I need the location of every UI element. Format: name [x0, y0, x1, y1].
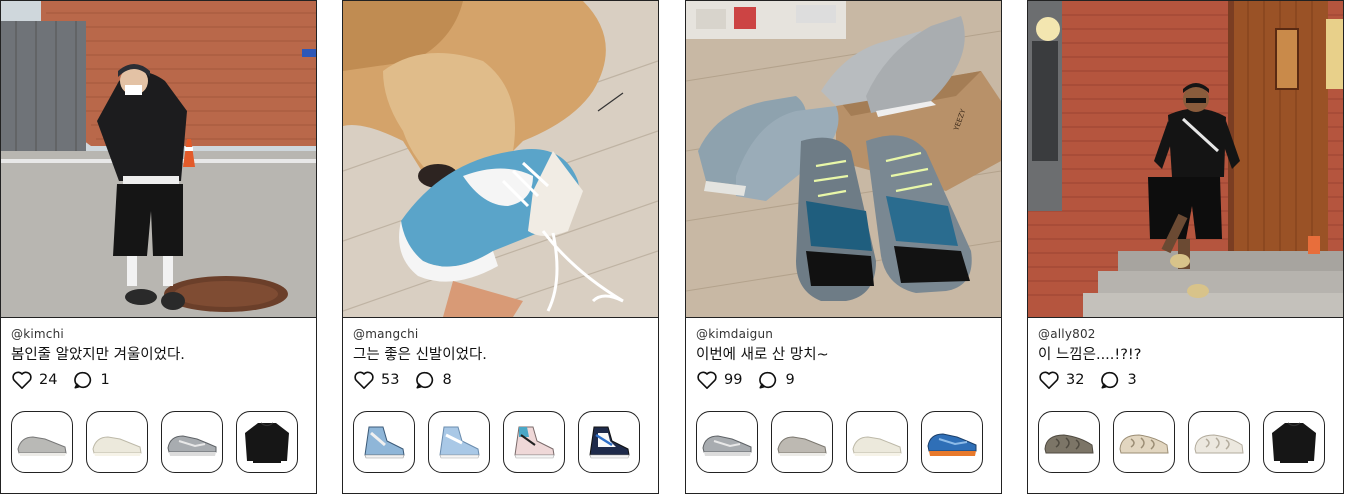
comment-count: 1 [100, 372, 110, 388]
black-sweatshirt-icon [245, 422, 289, 463]
post-photo[interactable]: YEEZY [686, 1, 1001, 318]
product-thumbnail[interactable] [846, 411, 908, 473]
sneaker-collection-photo: YEEZY [686, 1, 1001, 317]
grey-runner-icon [702, 435, 752, 456]
product-row [696, 411, 983, 473]
product-thumbnail[interactable] [696, 411, 758, 473]
post-caption: 그는 좋은 신발이었다. [353, 347, 487, 363]
like-count: 32 [1066, 372, 1085, 388]
beige-foam-runner-icon [1119, 434, 1169, 454]
person-street-outfit-photo [1, 1, 316, 317]
comment-count: 9 [785, 372, 795, 388]
post-card[interactable]: @ally802 이 느낌은....!?!? 32 3 [1027, 0, 1344, 494]
cream-sneaker-icon [92, 436, 142, 456]
post-photo[interactable] [1028, 1, 1343, 318]
grey-sneaker-icon [777, 436, 827, 456]
comment-icon[interactable] [72, 370, 94, 390]
white-foam-runner-icon [1194, 434, 1244, 454]
product-thumbnail[interactable] [771, 411, 833, 473]
product-thumbnail[interactable] [1263, 411, 1325, 473]
like-count: 99 [724, 372, 743, 388]
comment-count: 3 [1127, 372, 1137, 388]
light-blue-high-top-icon [439, 426, 480, 459]
cream-sneaker-icon [852, 436, 902, 456]
heart-icon[interactable] [11, 370, 33, 390]
product-thumbnail[interactable] [578, 411, 640, 473]
like-count: 24 [39, 372, 58, 388]
post-card[interactable]: YEEZY @kimdaigun 이번에 새로 산 망치~ 99 9 [685, 0, 1002, 494]
post-caption: 이 느낌은....!?!? [1038, 347, 1142, 363]
product-thumbnail[interactable] [1038, 411, 1100, 473]
product-thumbnail[interactable] [921, 411, 983, 473]
man-brick-wall-photo [1028, 1, 1343, 317]
post-card[interactable]: @kimchi 봄인줄 알았지만 겨울이었다. 24 1 [0, 0, 317, 494]
grey-sneaker-icon [17, 436, 67, 456]
product-row [11, 411, 298, 473]
post-card[interactable]: @mangchi 그는 좋은 신발이었다. 53 8 [342, 0, 659, 494]
post-caption: 봄인줄 알았지만 겨울이었다. [11, 347, 185, 363]
post-username[interactable]: @kimchi [11, 325, 308, 343]
post-username[interactable]: @kimdaigun [696, 325, 993, 343]
product-thumbnail[interactable] [161, 411, 223, 473]
product-row [353, 411, 640, 473]
black-sweatshirt-icon [1272, 422, 1316, 463]
product-thumbnail[interactable] [86, 411, 148, 473]
pink-high-top-icon [514, 426, 555, 459]
comment-icon[interactable] [1099, 370, 1121, 390]
post-photo[interactable] [1, 1, 316, 318]
post-caption: 이번에 새로 산 망치~ [696, 347, 829, 363]
product-thumbnail[interactable] [428, 411, 490, 473]
product-thumbnail[interactable] [11, 411, 73, 473]
dog-with-sneaker-photo [343, 1, 658, 317]
product-thumbnail[interactable] [1188, 411, 1250, 473]
product-thumbnail[interactable] [236, 411, 298, 473]
comment-count: 8 [442, 372, 452, 388]
comment-icon[interactable] [414, 370, 436, 390]
product-thumbnail[interactable] [353, 411, 415, 473]
blue-high-top-icon [364, 426, 405, 459]
blue-orange-runner-icon [927, 433, 977, 456]
navy-high-top-icon [589, 426, 630, 459]
grey-runner-icon [167, 435, 217, 456]
heart-icon[interactable] [1038, 370, 1060, 390]
post-username[interactable]: @ally802 [1038, 325, 1335, 343]
heart-icon[interactable] [353, 370, 375, 390]
comment-icon[interactable] [757, 370, 779, 390]
heart-icon[interactable] [696, 370, 718, 390]
product-thumbnail[interactable] [1113, 411, 1175, 473]
post-photo[interactable] [343, 1, 658, 318]
product-thumbnail[interactable] [503, 411, 565, 473]
olive-foam-runner-icon [1044, 434, 1094, 454]
product-row [1038, 411, 1325, 473]
post-username[interactable]: @mangchi [353, 325, 650, 343]
like-count: 53 [381, 372, 400, 388]
